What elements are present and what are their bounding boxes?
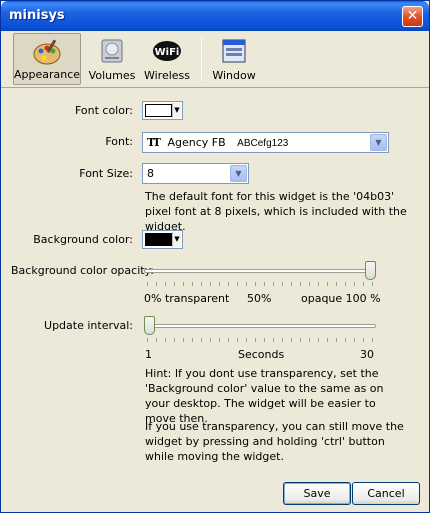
interval-mid-label: Seconds (238, 348, 285, 361)
bg-color-picker[interactable]: ▼ (142, 230, 183, 249)
wifi-icon: WiFi (153, 41, 181, 61)
font-size-value: 8 (147, 167, 154, 180)
window-title: minisys (9, 8, 65, 23)
font-color-label: Font color: (74, 104, 133, 117)
font-description: The default font for this widget is the … (145, 190, 407, 233)
interval-min-label: 1 (145, 348, 152, 361)
interval-max-label: 30 (360, 348, 374, 361)
opacity-slider-thumb[interactable] (365, 261, 376, 280)
toolbar-separator (201, 37, 202, 81)
chevron-down-icon: ▼ (172, 232, 181, 247)
tab-label: Window (212, 69, 256, 82)
transparency-hint-text: If you use transparency, you can still m… (145, 420, 404, 463)
tab-label: Wireless (143, 69, 191, 82)
font-size-select[interactable]: 8 ▼ (142, 163, 249, 184)
hint-text: Hint: If you dont use transparency, set … (145, 367, 384, 425)
font-sample: ABCefg123 (237, 138, 289, 149)
opacity-min-label: 0% transparent (144, 292, 230, 305)
tab-appearance[interactable]: Appearance (13, 33, 81, 85)
truetype-icon: TT (147, 136, 161, 149)
bg-color-swatch (145, 233, 172, 246)
font-select[interactable]: TT Agency FB ABCefg123 ▼ (142, 132, 389, 153)
toolbar: Appearance Volumes WiFi Wireless Window (1, 31, 429, 88)
font-size-label: Font Size: (79, 167, 133, 180)
title-bar[interactable]: minisys ✕ (1, 1, 429, 31)
drive-icon (101, 39, 123, 63)
palette-icon (33, 39, 61, 65)
opacity-slider-track[interactable] (144, 269, 376, 273)
font-color-swatch (145, 104, 172, 117)
save-button[interactable]: Save (283, 482, 351, 505)
font-color-picker[interactable]: ▼ (142, 101, 183, 120)
cancel-button[interactable]: Cancel (352, 482, 420, 505)
font-label: Font: (105, 135, 133, 148)
tab-volumes[interactable]: Volumes (85, 33, 139, 85)
interval-slider-track[interactable] (144, 324, 376, 328)
close-button[interactable]: ✕ (402, 6, 423, 27)
svg-text:WiFi: WiFi (155, 47, 180, 58)
chevron-down-icon[interactable]: ▼ (370, 134, 387, 151)
opacity-max-label: opaque 100 % (301, 292, 381, 305)
settings-window: minisys ✕ Appearance Volumes WiFi Wirele… (0, 0, 430, 513)
opacity-ticks (147, 282, 373, 286)
opacity-mid-label: 50% (247, 292, 272, 305)
window-icon (222, 39, 246, 63)
font-select-value: TT Agency FB ABCefg123 (147, 136, 288, 149)
interval-ticks (147, 338, 373, 342)
tab-label: Volumes (88, 69, 136, 82)
font-name: Agency FB (167, 136, 226, 149)
opacity-label: Background color opacity: (11, 264, 154, 277)
chevron-down-icon[interactable]: ▼ (230, 165, 247, 182)
bg-color-label: Background color: (33, 233, 133, 246)
appearance-panel: Font color: ▼ Font: TT Agency FB ABCefg1… (1, 89, 429, 513)
tab-window[interactable]: Window (209, 33, 259, 85)
interval-label: Update interval: (44, 319, 133, 332)
close-icon: ✕ (406, 8, 419, 24)
tab-label: Appearance (14, 68, 81, 81)
interval-slider-thumb[interactable] (144, 316, 155, 335)
tab-wireless[interactable]: WiFi Wireless (141, 33, 193, 85)
chevron-down-icon: ▼ (172, 103, 181, 118)
